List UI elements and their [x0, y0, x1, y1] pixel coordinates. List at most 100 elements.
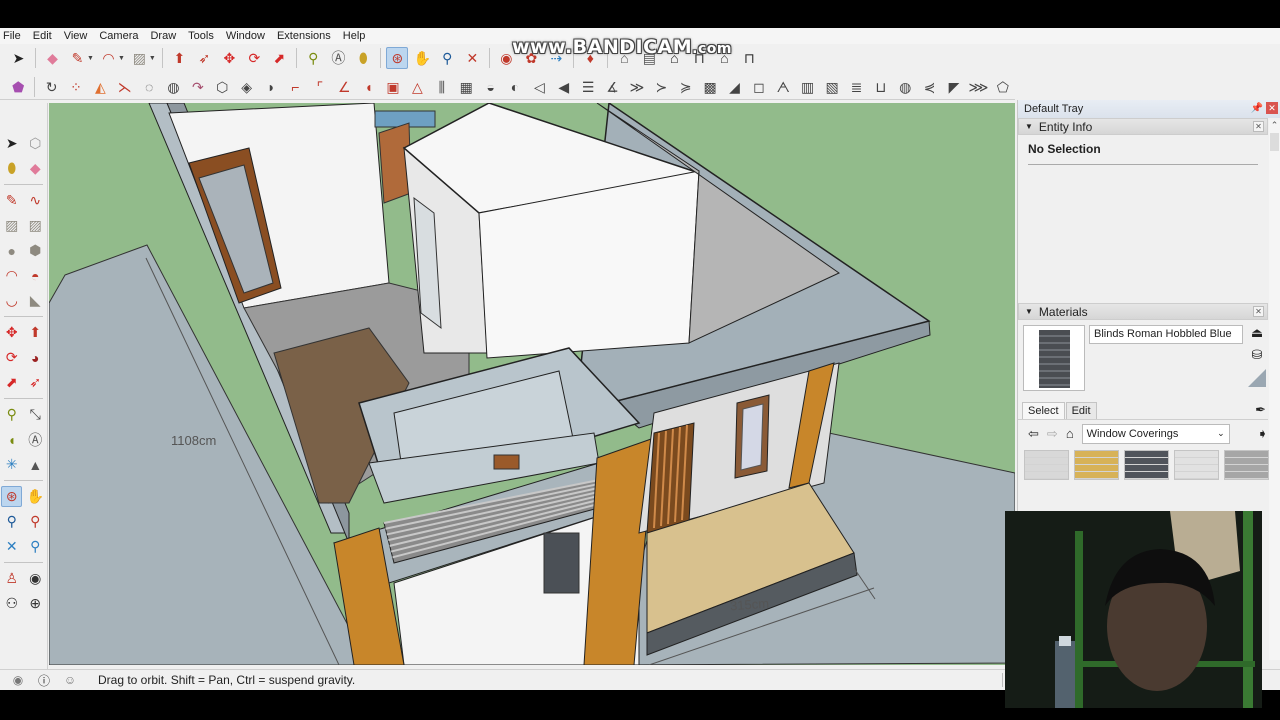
ext-tool-24-button[interactable]: ∡ — [602, 76, 623, 98]
material-swatch[interactable] — [1124, 450, 1169, 480]
ext-tool-10-button[interactable]: ◗ — [260, 76, 281, 98]
ext-tool-20-button[interactable]: ◐ — [504, 76, 525, 98]
material-name-field[interactable]: Blinds Roman Hobbled Blue — [1089, 325, 1243, 344]
ext-tool-13-button[interactable]: ∠ — [334, 76, 355, 98]
tape-measure-tool-button[interactable]: ⚲ — [1, 404, 22, 425]
collection-dropdown[interactable]: Window Coverings ⌄ — [1081, 423, 1230, 444]
rectangle-tool-button[interactable]: ▨ — [128, 47, 150, 69]
select-tool-button[interactable]: ➤ — [8, 47, 30, 69]
ext-tool-35-button[interactable]: ⊔ — [870, 76, 891, 98]
dropdown-arrow-icon[interactable]: ▼ — [87, 55, 94, 62]
ext-tool-23-button[interactable]: ☰ — [577, 76, 598, 98]
orbit-tool-button[interactable]: ⊛ — [1, 486, 23, 507]
pan-tool-button[interactable]: ✋ — [25, 486, 46, 507]
protractor-tool-button[interactable]: ◖ — [1, 429, 22, 450]
entity-info-close-button[interactable]: ✕ — [1253, 121, 1264, 132]
forward-arrow-icon[interactable]: ⇨ — [1047, 426, 1058, 442]
3d-text-tool-button[interactable]: ▲ — [25, 454, 46, 475]
arc-tool-button[interactable]: ◠ — [97, 47, 119, 69]
tray-close-button[interactable]: ✕ — [1266, 102, 1278, 114]
menu-draw[interactable]: Draw — [144, 29, 182, 43]
pie-tool-button[interactable]: ◣ — [25, 290, 46, 311]
ext-tool-25-button[interactable]: ≫ — [626, 76, 647, 98]
push-pull-tool-button[interactable]: ⬆ — [168, 47, 190, 69]
ext-tool-26-button[interactable]: ≻ — [651, 76, 672, 98]
menu-extensions[interactable]: Extensions — [271, 29, 337, 43]
material-swatch[interactable] — [1024, 450, 1069, 480]
menu-camera[interactable]: Camera — [93, 29, 144, 43]
menu-tools[interactable]: Tools — [182, 29, 220, 43]
pan-tool-button[interactable]: ✋ — [411, 47, 433, 69]
circle-tool-button[interactable]: ● — [1, 240, 22, 261]
back-arrow-icon[interactable]: ⇦ — [1028, 426, 1039, 442]
zoom-window-tool-button[interactable]: ⚲ — [25, 511, 46, 532]
paint-bucket-tool-button[interactable]: ⬮ — [352, 47, 374, 69]
rotate-tool-button[interactable]: ⟳ — [243, 47, 265, 69]
ext-tool-16-button[interactable]: △ — [407, 76, 428, 98]
zoom-extents-tool-button[interactable]: ✕ — [461, 47, 483, 69]
freehand-tool-button[interactable]: ∿ — [25, 190, 46, 211]
material-swatch[interactable] — [1074, 450, 1119, 480]
rotate-tool-button[interactable]: ⟳ — [1, 347, 22, 368]
make-component-tool-button[interactable]: ⬡ — [25, 133, 46, 154]
ext-tool-2-button[interactable]: ⁘ — [65, 76, 86, 98]
user-account-icon[interactable]: ☺ — [62, 672, 78, 688]
ext-tool-38-button[interactable]: ◤ — [943, 76, 964, 98]
ext-tool-31-button[interactable]: ᗅ — [773, 76, 794, 98]
select-tool-button[interactable]: ➤ — [1, 133, 22, 154]
ext-tool-22-button[interactable]: ◀ — [553, 76, 574, 98]
ext-tool-14-button[interactable]: ◖ — [358, 76, 379, 98]
rectangle-tool-button[interactable]: ▨ — [1, 215, 22, 236]
ext-tool-33-button[interactable]: ▧ — [821, 76, 842, 98]
materials-header[interactable]: ▼ Materials ✕ — [1018, 303, 1268, 320]
credits-icon[interactable]: ⓘ — [36, 672, 52, 688]
three-point-arc-tool-button[interactable]: ◡ — [1, 290, 22, 311]
pin-icon[interactable]: 📌 — [1251, 103, 1263, 114]
ext-tool-9-button[interactable]: ◈ — [236, 76, 257, 98]
ext-tool-1-button[interactable]: ↻ — [41, 76, 62, 98]
zoom-tool-button[interactable]: ⚲ — [436, 47, 458, 69]
ext-tool-39-button[interactable]: ⋙ — [968, 76, 989, 98]
tab-edit[interactable]: Edit — [1065, 402, 1097, 419]
tray-scrollbar[interactable]: ⌃ — [1269, 120, 1280, 660]
ext-tool-27-button[interactable]: ≽ — [675, 76, 696, 98]
scale-tool-button[interactable]: ⬈ — [1, 372, 22, 393]
paint-bucket-tool-button[interactable]: ⬮ — [1, 158, 22, 179]
ext-tool-30-button[interactable]: ◻ — [748, 76, 769, 98]
entity-info-header[interactable]: ▼ Entity Info ✕ — [1018, 118, 1268, 135]
follow-me-tool-button[interactable]: ➶ — [193, 47, 215, 69]
ext-tool-37-button[interactable]: ⋞ — [919, 76, 940, 98]
rotated-rectangle-tool-button[interactable]: ▨ — [25, 215, 46, 236]
scroll-thumb[interactable] — [1270, 133, 1279, 151]
line-tool-button[interactable]: ✎ — [67, 47, 89, 69]
details-arrow-icon[interactable]: ➧ — [1257, 426, 1268, 442]
display-secondary-pane-icon[interactable]: ⏏ — [1251, 325, 1263, 341]
walk-tool-button[interactable]: ⚇ — [1, 593, 22, 614]
look-around-tool-button[interactable]: ◉ — [25, 568, 46, 589]
ext-tool-17-button[interactable]: ⫼ — [431, 76, 452, 98]
ext-tool-15-button[interactable]: ▣ — [382, 76, 403, 98]
move-tool-button[interactable]: ✥ — [218, 47, 240, 69]
orbit-tool-button[interactable]: ⊛ — [386, 47, 409, 69]
text-tool-button[interactable]: Ⓐ — [327, 47, 349, 69]
zoom-extents-tool-button[interactable]: ✕ — [1, 536, 22, 557]
ext-tool-18-button[interactable]: ▦ — [456, 76, 477, 98]
material-swatch[interactable] — [1224, 450, 1269, 480]
view-left-icon-button[interactable]: ⊓ — [738, 47, 760, 69]
ext-tool-36-button[interactable]: ◍ — [895, 76, 916, 98]
menu-file[interactable]: File — [0, 29, 27, 43]
scale-tool-button[interactable]: ⬈ — [268, 47, 290, 69]
create-material-icon[interactable]: ⛁ — [1252, 347, 1263, 363]
tape-measure-tool-button[interactable]: ⚲ — [302, 47, 324, 69]
dropdown-arrow-icon[interactable]: ▼ — [149, 55, 156, 62]
section-plane-tool-button[interactable]: ⬟ — [8, 76, 29, 98]
ext-tool-8-button[interactable]: ⬡ — [212, 76, 233, 98]
eraser-tool-button[interactable]: ◆ — [25, 158, 46, 179]
menu-view[interactable]: View — [58, 29, 94, 43]
tab-select[interactable]: Select — [1022, 402, 1065, 419]
sample-paint-icon[interactable]: ✒ — [1255, 402, 1266, 418]
arc-tool-button[interactable]: ◠ — [1, 265, 22, 286]
default-material-icon[interactable] — [1248, 369, 1266, 387]
ext-tool-4-button[interactable]: ⋋ — [114, 76, 135, 98]
line-tool-button[interactable]: ✎ — [1, 190, 22, 211]
